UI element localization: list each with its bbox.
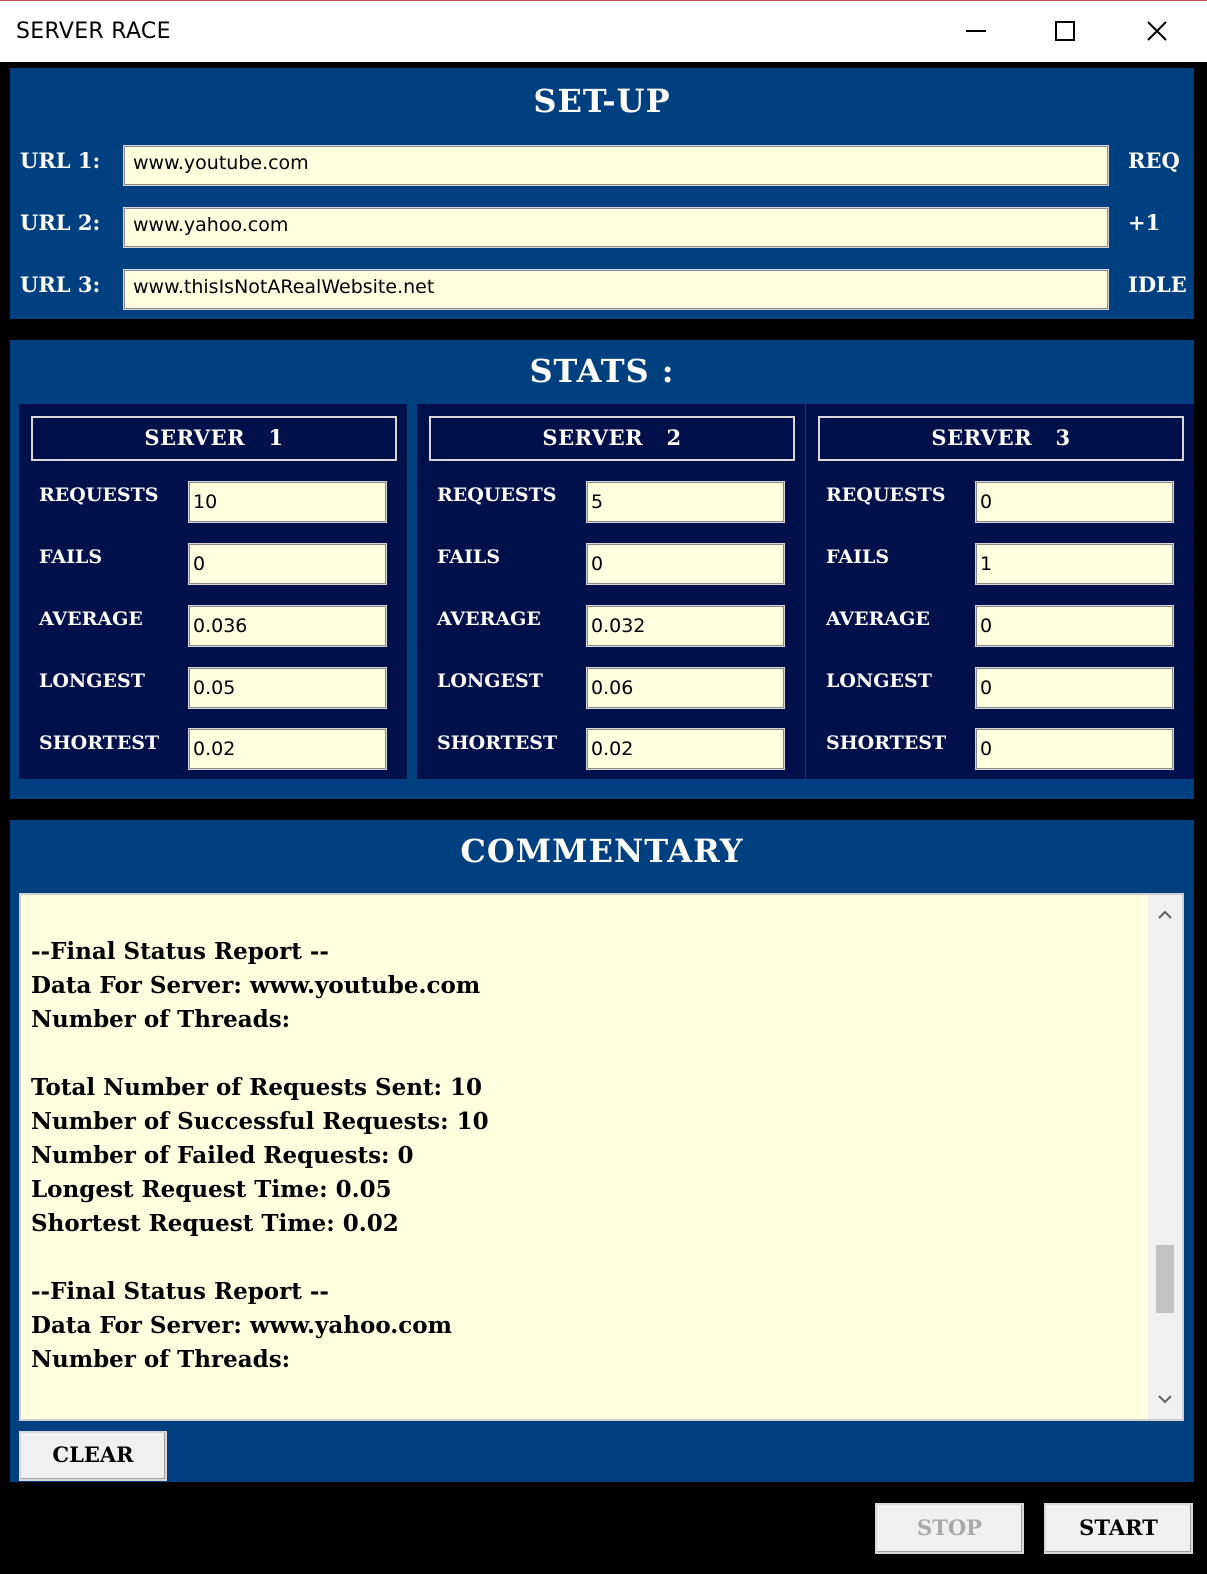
server-1-requests-label: REQUESTS <box>39 484 159 506</box>
commentary-heading: COMMENTARY <box>460 832 744 870</box>
commentary-line: Data For Server: www.yahoo.com <box>31 1312 452 1339</box>
commentary-text: --Final Status Report -- Data For Server… <box>31 935 489 1377</box>
server-3-box: SERVER 3 REQUESTS 0 FAILS 1 AVERAGE 0 LO… <box>806 404 1194 779</box>
server-1-shortest-label: SHORTEST <box>39 732 160 754</box>
server-2-shortest-label: SHORTEST <box>437 732 558 754</box>
chevron-down-icon[interactable] <box>1148 1385 1182 1415</box>
start-button[interactable]: START <box>1044 1503 1193 1554</box>
commentary-line: Longest Request Time: 0.05 <box>31 1176 392 1203</box>
server-1-title: SERVER 1 <box>31 416 397 461</box>
server-3-requests-field[interactable]: 0 <box>976 482 1173 522</box>
url3-input[interactable]: www.thisIsNotARealWebsite.net <box>124 270 1108 309</box>
server-1-fails-field[interactable]: 0 <box>189 544 386 584</box>
server-3-fails-label: FAILS <box>826 546 890 568</box>
commentary-line <box>31 1241 489 1275</box>
server-3-shortest-label: SHORTEST <box>826 732 947 754</box>
close-icon <box>1147 21 1167 41</box>
minimize-icon <box>966 30 986 32</box>
server-3-shortest-field[interactable]: 0 <box>976 729 1173 769</box>
server-2-fails-label: FAILS <box>437 546 501 568</box>
stop-button[interactable]: STOP <box>875 1503 1024 1554</box>
commentary-line: Number of Successful Requests: 10 <box>31 1108 489 1135</box>
commentary-line <box>31 1037 489 1071</box>
commentary-line: Total Number of Requests Sent: 10 <box>31 1074 483 1101</box>
server-3-requests-label: REQUESTS <box>826 484 946 506</box>
server-2-average-label: AVERAGE <box>437 608 541 630</box>
server-3-average-field[interactable]: 0 <box>976 606 1173 646</box>
commentary-scrollbar[interactable] <box>1148 895 1182 1419</box>
server-2-fails-field[interactable]: 0 <box>587 544 784 584</box>
maximize-button[interactable] <box>1040 7 1090 55</box>
scrollbar-thumb[interactable] <box>1156 1245 1174 1313</box>
commentary-line: Number of Threads: <box>31 1346 291 1373</box>
chevron-up-icon[interactable] <box>1148 899 1182 929</box>
minimize-button[interactable] <box>950 7 1000 55</box>
setup-heading: SET-UP <box>533 82 671 120</box>
server-2-shortest-field[interactable]: 0.02 <box>587 729 784 769</box>
server-1-shortest-field[interactable]: 0.02 <box>189 729 386 769</box>
url3-label: URL 3: <box>20 272 101 297</box>
server-3-title: SERVER 3 <box>818 416 1184 461</box>
server-2-longest-field[interactable]: 0.06 <box>587 668 784 708</box>
url1-input[interactable]: www.youtube.com <box>124 146 1108 185</box>
server-3-average-label: AVERAGE <box>826 608 930 630</box>
server-3-longest-label: LONGEST <box>826 670 932 692</box>
close-button[interactable] <box>1132 7 1182 55</box>
server-2-requests-label: REQUESTS <box>437 484 557 506</box>
server-3-fails-field[interactable]: 1 <box>976 544 1173 584</box>
server-2-average-field[interactable]: 0.032 <box>587 606 784 646</box>
url1-label: URL 1: <box>20 148 101 173</box>
commentary-line: --Final Status Report -- <box>31 938 329 965</box>
title-bar: SERVER RACE <box>0 0 1207 62</box>
server-1-fails-label: FAILS <box>39 546 103 568</box>
commentary-line: --Final Status Report -- <box>31 1278 329 1305</box>
server-1-average-field[interactable]: 0.036 <box>189 606 386 646</box>
server-2-box: SERVER 2 REQUESTS 5 FAILS 0 AVERAGE 0.03… <box>417 404 805 779</box>
commentary-line: Number of Threads: <box>31 1006 291 1033</box>
url2-status: +1 <box>1128 210 1161 235</box>
server-1-average-label: AVERAGE <box>39 608 143 630</box>
server-2-title: SERVER 2 <box>429 416 795 461</box>
server-1-longest-field[interactable]: 0.05 <box>189 668 386 708</box>
url2-input[interactable]: www.yahoo.com <box>124 208 1108 247</box>
url1-status: REQ <box>1128 148 1180 173</box>
commentary-line: Number of Failed Requests: 0 <box>31 1142 414 1169</box>
server-3-longest-field[interactable]: 0 <box>976 668 1173 708</box>
server-2-requests-field[interactable]: 5 <box>587 482 784 522</box>
server-1-longest-label: LONGEST <box>39 670 145 692</box>
commentary-line: Data For Server: www.youtube.com <box>31 972 481 999</box>
commentary-textarea[interactable]: --Final Status Report -- Data For Server… <box>19 893 1184 1421</box>
commentary-line: Shortest Request Time: 0.02 <box>31 1210 399 1237</box>
server-2-longest-label: LONGEST <box>437 670 543 692</box>
setup-panel: SET-UP URL 1: www.youtube.com REQ URL 2:… <box>10 68 1194 319</box>
window-title: SERVER RACE <box>16 19 171 44</box>
clear-button[interactable]: CLEAR <box>19 1431 167 1481</box>
stats-heading: STATS : <box>529 352 675 390</box>
url3-status: IDLE <box>1128 272 1187 297</box>
server-1-box: SERVER 1 REQUESTS 10 FAILS 0 AVERAGE 0.0… <box>19 404 407 779</box>
maximize-icon <box>1055 21 1075 41</box>
server-1-requests-field[interactable]: 10 <box>189 482 386 522</box>
url2-label: URL 2: <box>20 210 101 235</box>
